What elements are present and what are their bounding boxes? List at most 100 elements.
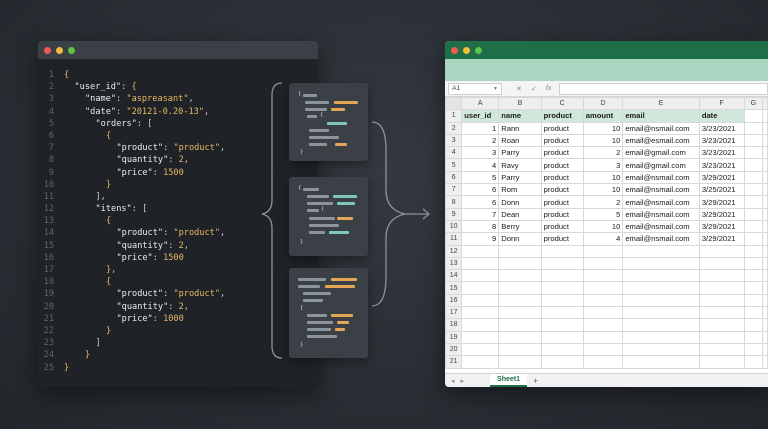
row-header[interactable]: 1	[445, 109, 463, 123]
cancel-icon[interactable]: ✕	[516, 85, 522, 93]
column-header-g[interactable]: G	[743, 96, 764, 111]
cell[interactable]: Roan	[498, 133, 542, 148]
cell[interactable]: 8	[461, 219, 500, 234]
maximize-window-button[interactable]	[475, 46, 482, 54]
cell[interactable]	[461, 244, 500, 258]
cell[interactable]	[762, 244, 768, 258]
cell[interactable]: 3/29/2021	[698, 219, 745, 234]
cell[interactable]: 10	[582, 133, 624, 148]
cell[interactable]: email@nsmail.com	[622, 170, 700, 185]
row-header[interactable]: 8	[445, 195, 463, 209]
cell[interactable]	[582, 281, 624, 295]
cell[interactable]: 4	[461, 158, 500, 172]
cell[interactable]	[622, 318, 700, 332]
cell[interactable]: product	[540, 183, 584, 197]
cell[interactable]	[743, 244, 764, 258]
cell[interactable]	[498, 330, 542, 344]
cell[interactable]	[540, 293, 584, 308]
cell[interactable]	[622, 256, 700, 271]
cell[interactable]	[743, 281, 764, 295]
cell[interactable]: 2	[582, 146, 624, 160]
row-header[interactable]: 17	[445, 306, 463, 320]
sheet-next-icon[interactable]: ▸	[461, 377, 465, 385]
cell[interactable]: email@nsmail.com	[622, 183, 700, 197]
cell[interactable]	[743, 158, 764, 172]
cell[interactable]	[743, 146, 764, 160]
json-code-block[interactable]: 1{2 "user_id": {3 "name": "aspreasant", 4 "d…	[38, 69, 318, 374]
cell[interactable]	[762, 219, 768, 234]
add-sheet-button[interactable]: +	[533, 376, 538, 386]
cell[interactable]	[762, 355, 768, 369]
cell[interactable]: 2	[461, 133, 500, 148]
cell[interactable]	[698, 342, 745, 357]
cell[interactable]: 3	[461, 146, 500, 160]
cell[interactable]: email@nsmail.com	[622, 195, 700, 209]
cell[interactable]: 3/29/2021	[698, 195, 745, 209]
cell[interactable]	[461, 330, 500, 344]
cell[interactable]	[762, 318, 768, 332]
formula-input[interactable]	[559, 82, 768, 95]
cell[interactable]: Parry	[498, 146, 542, 160]
cell[interactable]: 3/23/2021	[698, 121, 745, 135]
cell[interactable]	[582, 293, 624, 308]
cell[interactable]	[582, 342, 624, 357]
cell[interactable]: product	[540, 170, 584, 185]
header-cell[interactable]: date	[698, 109, 745, 123]
cell[interactable]	[762, 183, 768, 197]
cell[interactable]	[540, 342, 584, 357]
cell[interactable]	[762, 293, 768, 308]
spreadsheet-grid[interactable]: ABCDEFG 1 user_id name product amount email da…	[445, 96, 768, 369]
cell[interactable]: 3/29/2021	[698, 170, 745, 185]
column-header-c[interactable]: C	[540, 96, 584, 111]
cell[interactable]	[622, 244, 700, 258]
header-cell[interactable]: user_id	[461, 109, 500, 123]
cell[interactable]	[762, 133, 768, 148]
cell[interactable]	[622, 281, 700, 295]
cell[interactable]	[762, 232, 768, 246]
cell[interactable]	[762, 269, 768, 283]
cell[interactable]	[498, 244, 542, 258]
cell[interactable]	[762, 207, 768, 221]
cell[interactable]: 6	[461, 195, 500, 209]
cell[interactable]: product	[540, 121, 584, 135]
cell[interactable]	[540, 355, 584, 369]
cell[interactable]: 5	[461, 170, 500, 185]
cell[interactable]	[698, 256, 745, 271]
cell[interactable]	[461, 293, 500, 308]
row-header[interactable]: 19	[445, 330, 463, 344]
cell[interactable]	[498, 256, 542, 271]
row-header[interactable]: 16	[445, 293, 463, 308]
cell[interactable]: 6	[461, 183, 500, 197]
cell[interactable]	[582, 256, 624, 271]
row-header[interactable]: 3	[445, 133, 463, 148]
cell[interactable]: 3	[582, 158, 624, 172]
cell[interactable]	[743, 293, 764, 308]
cell[interactable]	[698, 269, 745, 283]
row-header[interactable]: 10	[445, 219, 463, 234]
cell[interactable]	[540, 244, 584, 258]
cell[interactable]	[762, 146, 768, 160]
row-header[interactable]: 9	[445, 207, 463, 221]
cell[interactable]: email@esmail.com	[622, 133, 700, 148]
header-cell[interactable]: name	[498, 109, 542, 123]
select-all-corner[interactable]	[445, 96, 463, 111]
cell[interactable]	[622, 293, 700, 308]
cell[interactable]	[762, 109, 768, 123]
cell[interactable]: Rom	[498, 183, 542, 197]
cell[interactable]: email@nsmail.com	[622, 219, 700, 234]
cell[interactable]	[582, 269, 624, 283]
cell[interactable]	[498, 281, 542, 295]
row-header[interactable]: 20	[445, 342, 463, 357]
cell[interactable]: email@gmail.com	[622, 158, 700, 172]
cell[interactable]	[762, 158, 768, 172]
cell[interactable]	[698, 330, 745, 344]
cell[interactable]	[461, 256, 500, 271]
row-header[interactable]: 2	[445, 121, 463, 135]
cell[interactable]: Donn	[498, 232, 542, 246]
column-header-overflow[interactable]	[762, 96, 768, 111]
maximize-window-button[interactable]	[68, 46, 75, 54]
cell[interactable]	[461, 269, 500, 283]
cell[interactable]	[743, 121, 764, 135]
cell[interactable]: product	[540, 207, 584, 221]
name-box[interactable]: A1 ▼	[448, 82, 502, 95]
